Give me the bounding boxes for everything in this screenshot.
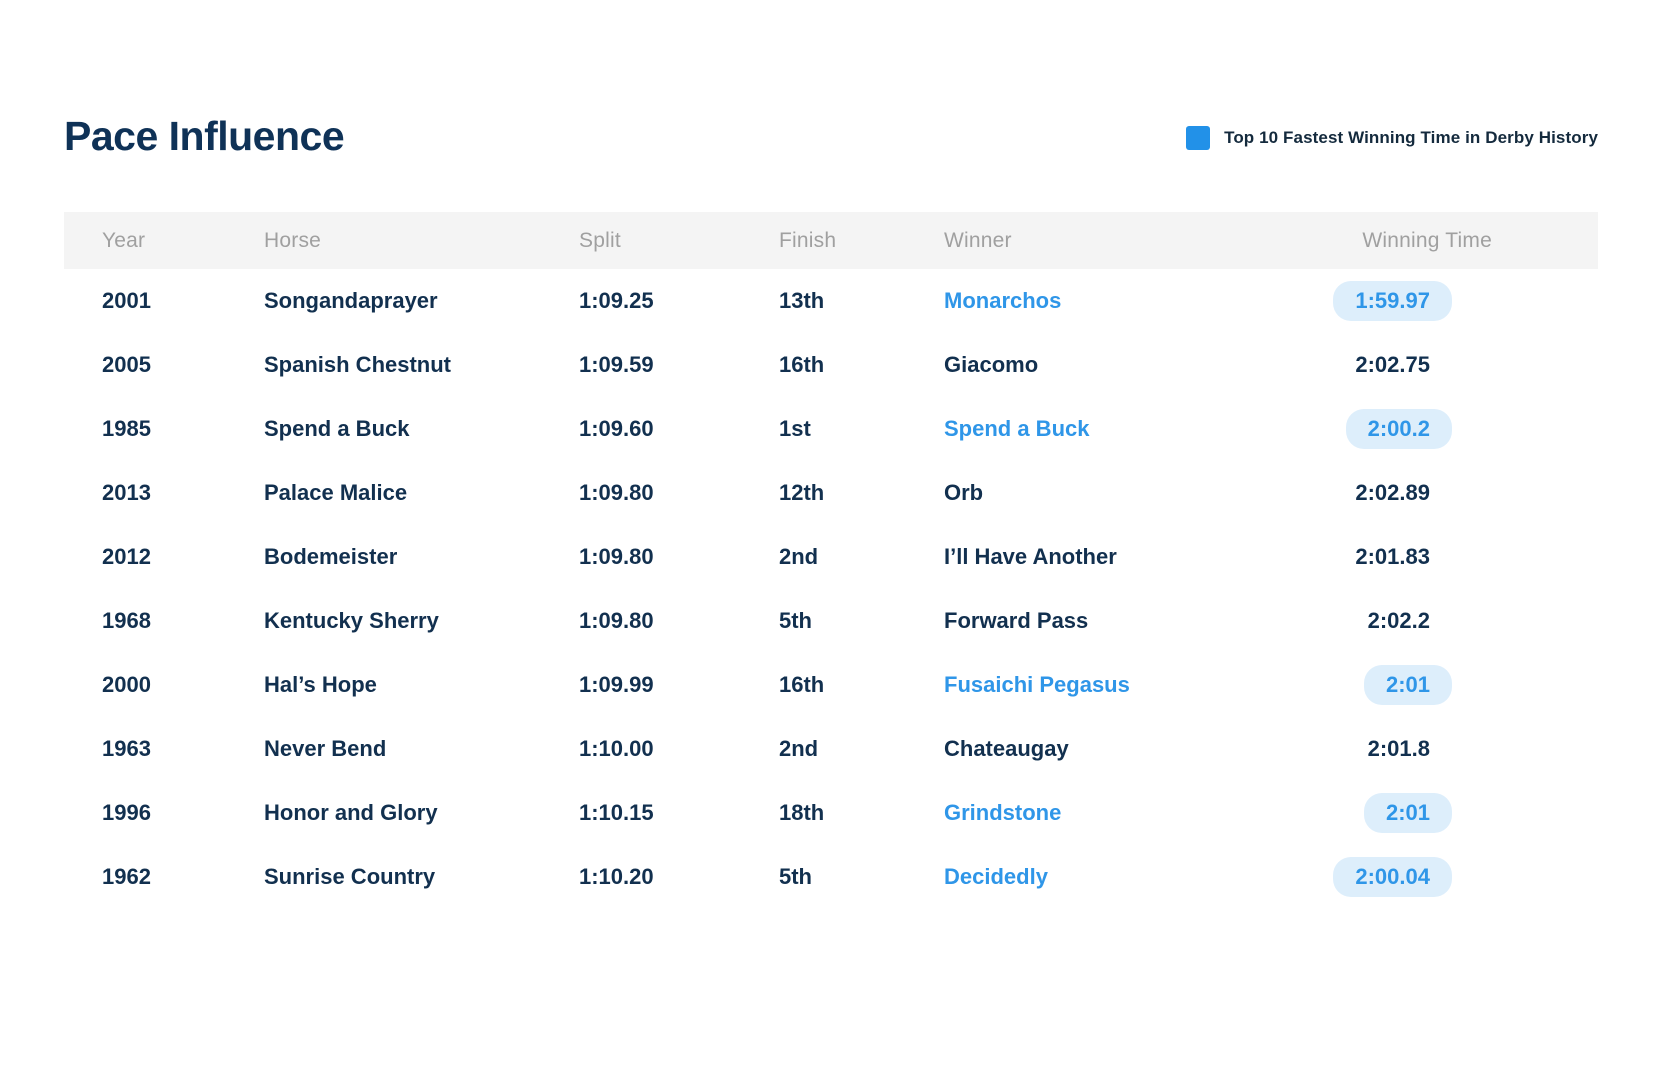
cell-winning-time: 2:00.2 — [1264, 409, 1598, 449]
cell-finish: 18th — [779, 800, 825, 825]
winning-time-value: 2:01.8 — [1367, 736, 1430, 761]
cell-winner: Chateaugay — [944, 736, 1069, 761]
cell-horse: Sunrise Country — [264, 864, 436, 889]
cell-winning-time: 2:02.2 — [1264, 601, 1598, 641]
cell-horse: Honor and Glory — [264, 800, 438, 825]
table-row[interactable]: 2001 Songandaprayer 1:09.25 13th Monarchos 1:… — [64, 269, 1598, 333]
table-row[interactable]: 1996 Honor and Glory 1:10.15 18th Grindstone… — [64, 781, 1598, 845]
winning-time-value: 2:02.89 — [1355, 480, 1430, 505]
cell-finish: 2nd — [779, 544, 819, 569]
cell-year: 1996 — [102, 800, 151, 825]
cell-finish: 1st — [779, 416, 811, 441]
cell-winning-time: 2:01 — [1264, 793, 1598, 833]
page-title: Pace Influence — [64, 112, 345, 159]
cell-winning-time: 1:59.97 — [1264, 281, 1598, 321]
cell-split: 1:09.80 — [579, 480, 654, 505]
cell-year: 2012 — [102, 544, 151, 569]
table-row[interactable]: 1985 Spend a Buck 1:09.60 1st Spend a Buck 2:… — [64, 397, 1598, 461]
cell-winning-time: 2:01 — [1264, 665, 1598, 705]
cell-winning-time: 2:00.04 — [1264, 857, 1598, 897]
legend-label: Top 10 Fastest Winning Time in Derby His… — [1224, 128, 1598, 147]
table-row[interactable]: 1963 Never Bend 1:10.00 2nd Chateaugay 2:01.8 — [64, 717, 1598, 781]
winning-time-badge: 2:01 — [1363, 665, 1452, 705]
cell-horse: Hal’s Hope — [264, 672, 377, 697]
column-header-winning-time[interactable]: Winning Time — [1264, 229, 1598, 253]
column-header-horse[interactable]: Horse — [264, 229, 579, 253]
cell-finish: 12th — [779, 480, 825, 505]
cell-split: 1:09.59 — [579, 352, 654, 377]
cell-finish: 16th — [779, 672, 825, 697]
cell-horse: Spend a Buck — [264, 416, 410, 441]
winning-time-value: 2:01.83 — [1355, 544, 1430, 569]
cell-year: 1968 — [102, 608, 151, 633]
pace-influence-page: Pace Influence Top 10 Fastest Winning Ti… — [0, 0, 1662, 1080]
cell-winner: Forward Pass — [944, 608, 1089, 633]
cell-split: 1:09.60 — [579, 416, 654, 441]
table-row[interactable]: 1962 Sunrise Country 1:10.20 5th Decidedly 2:… — [64, 845, 1598, 909]
table-header-row: Year Horse Split Finish Winner Winning T… — [64, 212, 1598, 269]
cell-year: 1962 — [102, 864, 151, 889]
cell-winner: Fusaichi Pegasus — [944, 672, 1130, 697]
cell-year: 1985 — [102, 416, 151, 441]
table-row[interactable]: 1968 Kentucky Sherry 1:09.80 5th Forward Pas… — [64, 589, 1598, 653]
cell-year: 2001 — [102, 288, 151, 313]
cell-winning-time: 2:02.89 — [1264, 473, 1598, 513]
legend-swatch-icon — [1186, 126, 1211, 150]
column-header-winner[interactable]: Winner — [944, 229, 1264, 253]
cell-winning-time: 2:01.8 — [1264, 729, 1598, 769]
table-row[interactable]: 2012 Bodemeister 1:09.80 2nd I’ll Have Anoth… — [64, 525, 1598, 589]
legend: Top 10 Fastest Winning Time in Derby His… — [1186, 126, 1598, 150]
cell-split: 1:09.99 — [579, 672, 654, 697]
winning-time-value: 2:02.75 — [1355, 352, 1430, 377]
cell-split: 1:10.20 — [579, 864, 654, 889]
page-header: Pace Influence Top 10 Fastest Winning Ti… — [64, 100, 1598, 172]
column-header-finish[interactable]: Finish — [779, 229, 944, 253]
cell-split: 1:09.80 — [579, 608, 654, 633]
table-row[interactable]: 2000 Hal’s Hope 1:09.99 16th Fusaichi Pegasu… — [64, 653, 1598, 717]
cell-split: 1:10.15 — [579, 800, 654, 825]
winning-time-badge: 1:59.97 — [1333, 281, 1452, 321]
cell-finish: 5th — [779, 608, 812, 633]
cell-split: 1:09.80 — [579, 544, 654, 569]
table-row[interactable]: 2005 Spanish Chestnut 1:09.59 16th Giacomo 2:… — [64, 333, 1598, 397]
cell-horse: Spanish Chestnut — [264, 352, 452, 377]
cell-horse: Songandaprayer — [264, 288, 438, 313]
pace-influence-table: Year Horse Split Finish Winner Winning T… — [64, 212, 1598, 909]
cell-horse: Bodemeister — [264, 544, 398, 569]
cell-winner: Grindstone — [944, 800, 1062, 825]
cell-winner: I’ll Have Another — [944, 544, 1117, 569]
cell-horse: Kentucky Sherry — [264, 608, 439, 633]
cell-finish: 5th — [779, 864, 812, 889]
cell-year: 2005 — [102, 352, 151, 377]
winning-time-badge: 2:01 — [1363, 793, 1452, 833]
cell-winner: Giacomo — [944, 352, 1039, 377]
winning-time-badge: 2:00.04 — [1333, 857, 1452, 897]
cell-year: 2000 — [102, 672, 151, 697]
table-body: 2001 Songandaprayer 1:09.25 13th Monarchos 1:… — [64, 269, 1598, 909]
winning-time-value: 2:02.2 — [1367, 608, 1430, 633]
cell-year: 2013 — [102, 480, 151, 505]
cell-winning-time: 2:01.83 — [1264, 537, 1598, 577]
cell-year: 1963 — [102, 736, 151, 761]
cell-winner: Monarchos — [944, 288, 1062, 313]
cell-winning-time: 2:02.75 — [1264, 345, 1598, 385]
cell-horse: Palace Malice — [264, 480, 408, 505]
cell-horse: Never Bend — [264, 736, 387, 761]
column-header-split[interactable]: Split — [579, 229, 779, 253]
cell-finish: 16th — [779, 352, 825, 377]
column-header-year[interactable]: Year — [64, 229, 264, 253]
cell-winner: Decidedly — [944, 864, 1048, 889]
table-row[interactable]: 2013 Palace Malice 1:09.80 12th Orb 2:02.89 — [64, 461, 1598, 525]
cell-finish: 2nd — [779, 736, 819, 761]
cell-finish: 13th — [779, 288, 825, 313]
cell-split: 1:10.00 — [579, 736, 654, 761]
cell-winner: Spend a Buck — [944, 416, 1090, 441]
winning-time-badge: 2:00.2 — [1345, 409, 1452, 449]
cell-split: 1:09.25 — [579, 288, 654, 313]
cell-winner: Orb — [944, 480, 984, 505]
